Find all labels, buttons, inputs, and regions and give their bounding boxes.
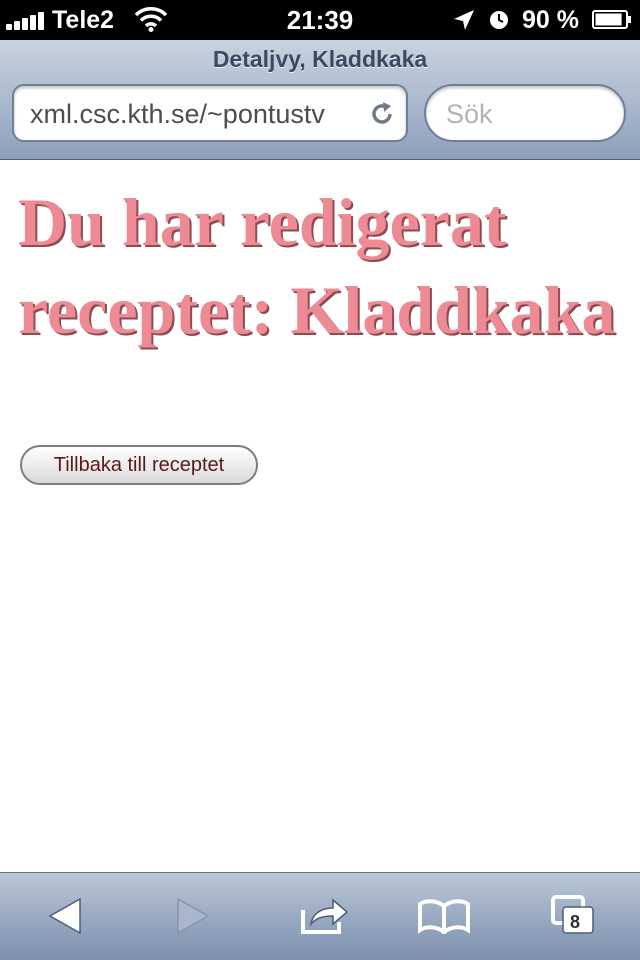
back-button[interactable] bbox=[37, 891, 93, 941]
tabs-count-badge: 8 bbox=[569, 912, 580, 932]
forward-button[interactable] bbox=[165, 891, 221, 941]
browser-top-bar: Detaljvy, Kladdkaka xml.csc.kth.se/~pont… bbox=[0, 40, 640, 160]
bookmarks-button[interactable] bbox=[416, 891, 472, 941]
search-input[interactable]: Sök bbox=[424, 84, 626, 142]
share-button[interactable] bbox=[297, 891, 353, 941]
location-arrow-icon bbox=[454, 10, 474, 30]
battery-percentage: 90 % bbox=[522, 6, 579, 34]
page-title: Detaljvy, Kladdkaka bbox=[212, 46, 428, 72]
search-placeholder: Sök bbox=[446, 99, 493, 129]
browser-toolbar bbox=[0, 872, 640, 960]
url-text[interactable]: xml.csc.kth.se/~pontustv bbox=[30, 98, 362, 130]
share-icon bbox=[301, 898, 349, 934]
address-bar[interactable]: xml.csc.kth.se/~pontustv bbox=[12, 84, 408, 142]
forward-arrow-icon bbox=[177, 897, 210, 935]
back-arrow-icon bbox=[48, 897, 81, 935]
battery-icon bbox=[592, 10, 631, 29]
bookmarks-icon bbox=[418, 899, 470, 934]
back-to-recipe-button[interactable]: Tillbaka till receptet bbox=[20, 445, 258, 485]
confirmation-heading: Du har redigerat receptet: Kladdkaka bbox=[18, 184, 616, 348]
reload-icon[interactable] bbox=[368, 100, 396, 128]
clock-icon bbox=[490, 11, 508, 29]
status-bar: Tele2 21:39 90 % bbox=[0, 0, 640, 40]
